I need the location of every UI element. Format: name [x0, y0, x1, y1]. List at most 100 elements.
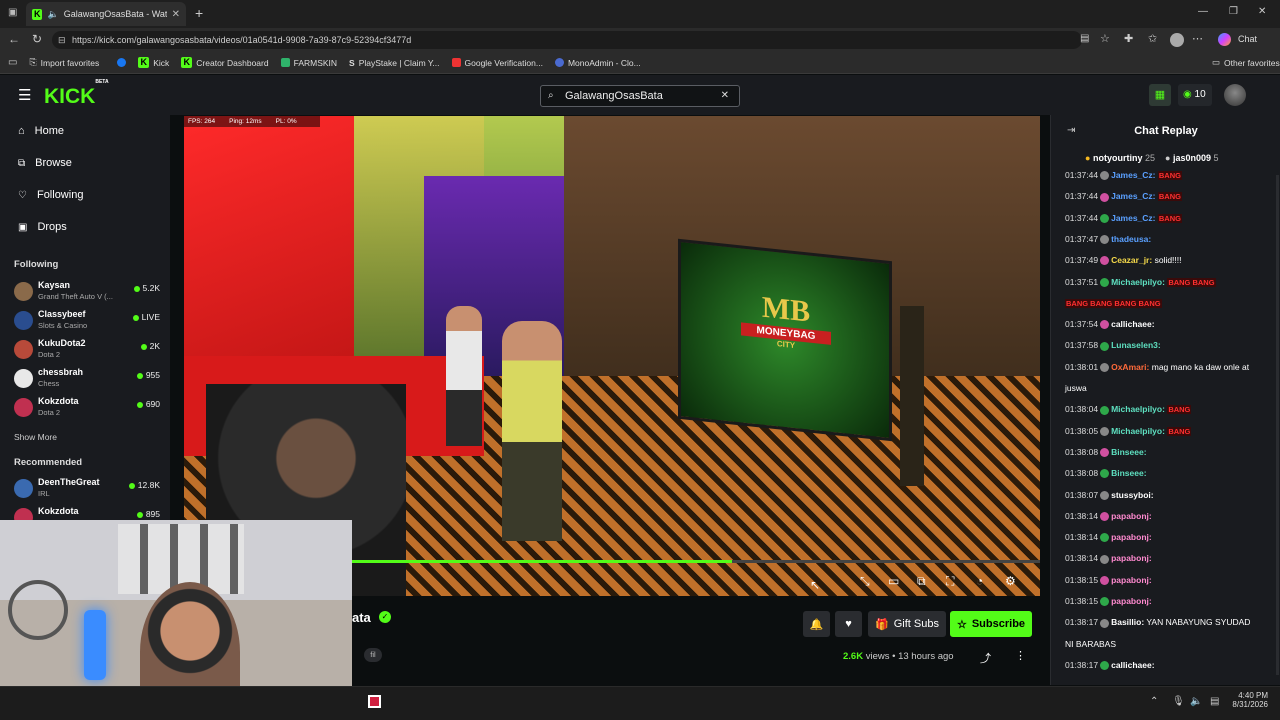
- new-tab-icon[interactable]: +: [195, 5, 203, 21]
- pinned-user[interactable]: ● jas0n009 5: [1165, 153, 1219, 163]
- theater-icon[interactable]: ▭: [888, 574, 899, 588]
- notify-bell-button[interactable]: 🔔: [803, 611, 830, 637]
- chat-message: 01:37:44 James_Cz: BANG: [1065, 170, 1182, 181]
- chat-username[interactable]: Binseee:: [1111, 447, 1146, 457]
- avatar: [14, 282, 33, 301]
- chat-username[interactable]: stussyboi:: [1111, 490, 1154, 500]
- speaker-icon[interactable]: 🔈: [47, 9, 58, 20]
- chat-username[interactable]: papabonj:: [1111, 532, 1152, 542]
- chat-username[interactable]: Michaelpilyo:: [1111, 426, 1165, 436]
- minimize-icon[interactable]: —: [1198, 6, 1208, 17]
- chat-username[interactable]: Basillio:: [1111, 617, 1144, 627]
- following-channel-kaysan[interactable]: Kaysan Grand Theft Auto V (... 5.2K: [14, 279, 164, 305]
- tab-actions-icon[interactable]: ▣: [8, 7, 17, 18]
- chat-username[interactable]: callichaee:: [1111, 319, 1154, 329]
- fullscreen-icon[interactable]: ⛶: [946, 574, 954, 589]
- fav-facebook[interactable]: [117, 58, 127, 67]
- nav-browse[interactable]: ⧉ Browse: [18, 157, 72, 169]
- chat-username[interactable]: James_Cz:: [1111, 191, 1155, 201]
- more-menu-icon[interactable]: ⋯: [1192, 32, 1203, 45]
- chat-scrollbar[interactable]: [1276, 175, 1279, 675]
- following-channel-kokzdota[interactable]: Kokzdota Dota 2 690: [14, 395, 164, 421]
- tray-volume-icon[interactable]: 🔈: [1190, 696, 1202, 707]
- chat-username[interactable]: papabonj:: [1111, 553, 1152, 563]
- kick-logo[interactable]: KICKBETA: [44, 79, 109, 109]
- following-channel-kukudota2[interactable]: KukuDota2 Dota 2 2K: [14, 337, 164, 363]
- refresh-icon[interactable]: ↻: [32, 32, 42, 46]
- clip-icon[interactable]: ⧉: [917, 574, 926, 589]
- chat-username[interactable]: James_Cz:: [1111, 213, 1155, 223]
- chat-username[interactable]: thadeusa:: [1111, 234, 1151, 244]
- user-avatar[interactable]: [1224, 84, 1246, 106]
- other-favorites[interactable]: ▭ Other favorites: [1212, 57, 1280, 68]
- nav-following[interactable]: ♡ Following: [18, 189, 83, 201]
- chat-username[interactable]: callichaee:: [1111, 660, 1154, 670]
- tray-network-icon[interactable]: ▤: [1210, 696, 1219, 707]
- following-channel-chessbrah[interactable]: chessbrah Chess 955: [14, 366, 164, 392]
- reader-icon[interactable]: ▤: [1080, 33, 1089, 44]
- fav-farmskin[interactable]: FARMSKIN: [280, 58, 337, 68]
- maximize-icon[interactable]: ❐: [1229, 6, 1238, 17]
- chat-username[interactable]: Binseee:: [1111, 468, 1146, 478]
- profile-avatar[interactable]: [1170, 33, 1184, 47]
- sidebar-toggle-icon[interactable]: ▭: [8, 57, 17, 68]
- share-icon[interactable]: ⤴: [980, 650, 991, 666]
- fav-label: Creator Dashboard: [196, 57, 269, 68]
- fav-kick[interactable]: K Kick: [138, 57, 169, 68]
- chat-username[interactable]: OxAmari:: [1111, 362, 1149, 372]
- favorite-star-icon[interactable]: ☆: [1100, 32, 1110, 45]
- favorites-bar: ▭ ⎘ Import favorites K Kick K Creator Dashb…: [0, 52, 1280, 74]
- nav-home[interactable]: ⌂ Home: [18, 125, 64, 137]
- search-input[interactable]: ⌕ GalawangOsasBata ✕: [540, 85, 740, 107]
- copilot-icon[interactable]: [1218, 33, 1231, 46]
- chat-username[interactable]: Michaelpilyo:: [1111, 277, 1165, 287]
- tab-title: GalawangOsasBata - Watch th: [63, 9, 167, 19]
- follow-heart-button[interactable]: ♥: [835, 611, 862, 637]
- clear-search-icon[interactable]: ✕: [721, 86, 729, 106]
- close-tab-icon[interactable]: ✕: [172, 9, 180, 20]
- points-button[interactable]: ◉ 10: [1178, 84, 1212, 106]
- tab-active[interactable]: K 🔈 GalawangOsasBata - Watch th ✕: [26, 2, 186, 26]
- gift-subs-button[interactable]: 🎁 Gift Subs: [868, 611, 946, 637]
- chat-username[interactable]: Ceazar_jr:: [1111, 255, 1152, 265]
- speed-icon[interactable]: ◔: [976, 574, 983, 588]
- pip-icon[interactable]: ⤡: [860, 574, 870, 589]
- chat-username[interactable]: James_Cz:: [1111, 170, 1155, 180]
- url-field[interactable]: ⊟ https://kick.com/galawangosasbata/vide…: [52, 31, 1082, 49]
- close-window-icon[interactable]: ✕: [1258, 6, 1266, 17]
- chat-username[interactable]: Michaelpilyo:: [1111, 404, 1165, 414]
- collections-icon[interactable]: ✩: [1148, 32, 1157, 45]
- tray-chevron-icon[interactable]: ⌃: [1150, 696, 1158, 707]
- fav-import[interactable]: ⎘ Import favorites: [29, 57, 99, 68]
- fav-monoadmin[interactable]: MonoAdmin - Clo...: [554, 58, 641, 68]
- chat-username[interactable]: Lunaselen3:: [1111, 340, 1161, 350]
- chat-timestamp: 01:37:44: [1065, 191, 1099, 202]
- settings-icon[interactable]: ⚙: [1005, 574, 1016, 588]
- dashboard-icon[interactable]: ▦: [1149, 84, 1171, 106]
- fav-creator-dashboard[interactable]: K Creator Dashboard: [181, 57, 269, 68]
- chat-username[interactable]: papabonj:: [1111, 596, 1152, 606]
- chat-label[interactable]: Chat: [1238, 34, 1257, 44]
- back-icon[interactable]: ←: [8, 32, 20, 46]
- nav-drops[interactable]: ▣ Drops: [18, 221, 67, 233]
- recommended-channel-deenthegreat[interactable]: DeenTheGreat IRL 12.8K: [14, 476, 164, 502]
- chat-text: NI BARABAS: [1065, 638, 1117, 649]
- points-icon: ◉: [1183, 89, 1192, 100]
- following-channel-classybeef[interactable]: Classybeef Slots & Casino LIVE: [14, 308, 164, 334]
- clock[interactable]: 4:40 PM 8/31/2026: [1226, 691, 1268, 709]
- channel-name-partial[interactable]: ata: [352, 610, 371, 625]
- extensions-icon[interactable]: ✚: [1124, 32, 1133, 45]
- menu-icon[interactable]: ☰: [18, 86, 31, 104]
- pinned-user[interactable]: ● notyourtiny 25: [1085, 153, 1155, 163]
- subscribe-button[interactable]: ☆ Subscribe: [950, 611, 1032, 637]
- show-more-link[interactable]: Show More: [14, 432, 57, 442]
- chat-username[interactable]: papabonj:: [1111, 511, 1152, 521]
- language-tag[interactable]: fil: [364, 648, 382, 662]
- fav-google-verification[interactable]: Google Verification...: [451, 58, 543, 68]
- chat-username[interactable]: papabonj:: [1111, 575, 1152, 585]
- more-options-icon[interactable]: ⋮: [1015, 649, 1026, 662]
- fav-playstake[interactable]: S PlayStake | Claim Y...: [349, 58, 439, 68]
- taskbar-app-icon[interactable]: [368, 695, 381, 708]
- site-info-icon[interactable]: ⊟: [58, 31, 66, 49]
- tray-mic-icon[interactable]: 🎙: [1172, 696, 1185, 707]
